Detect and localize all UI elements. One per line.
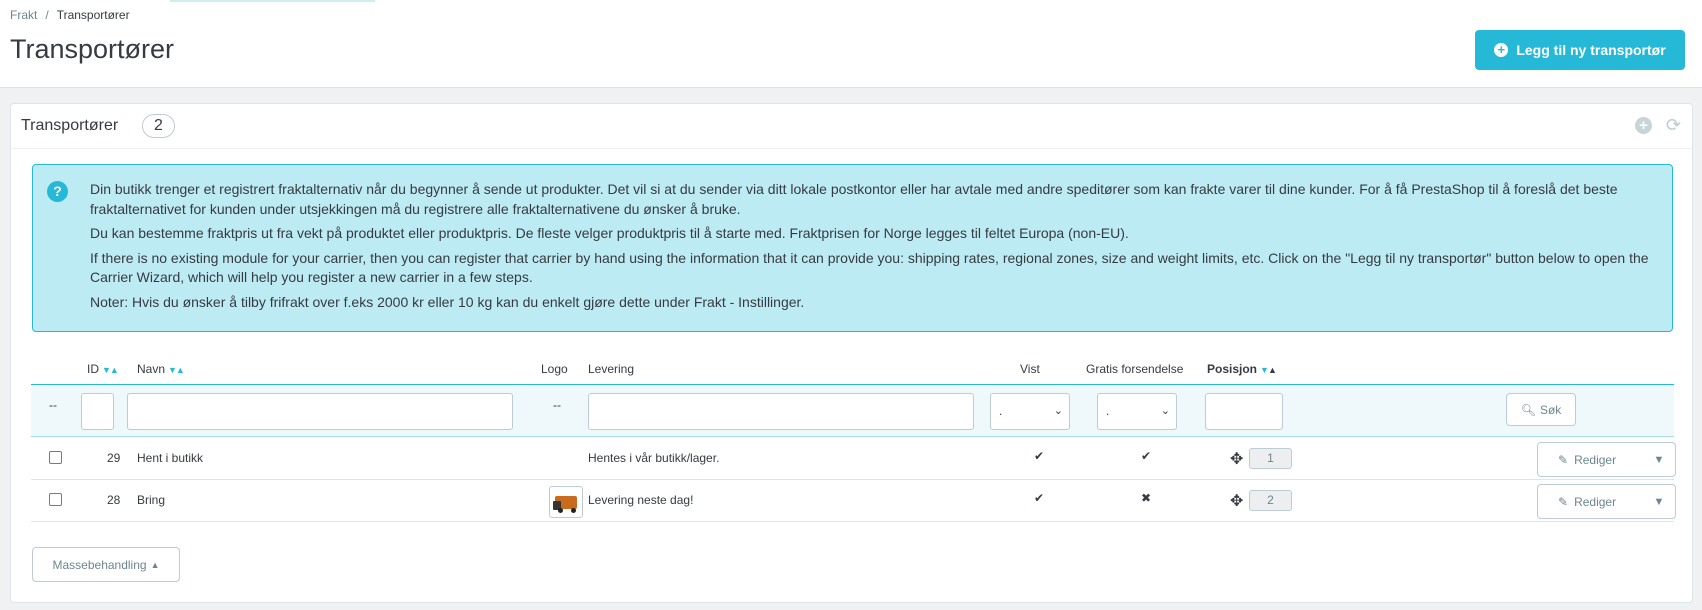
row-checkbox[interactable]: [49, 493, 62, 506]
edit-action[interactable]: ✎ Rediger: [1538, 453, 1643, 467]
bulk-actions-button[interactable]: Massebehandling ▲: [32, 547, 180, 582]
edit-button[interactable]: ✎ Rediger ▼: [1537, 442, 1676, 477]
truck-logo-wheel: [558, 508, 563, 513]
edit-button[interactable]: ✎ Rediger ▼: [1537, 484, 1676, 519]
filter-row: -- -- . ⌄ . ⌄ 🔍︎ Søk: [31, 384, 1674, 437]
pencil-icon: ✎: [1558, 494, 1569, 509]
column-delivery: Levering: [588, 362, 635, 376]
drag-move-icon[interactable]: ✥: [1230, 491, 1243, 511]
edit-label: Rediger: [1574, 452, 1617, 467]
filter-delivery-input[interactable]: [588, 393, 974, 430]
shown-check-icon[interactable]: ✔: [1034, 449, 1044, 463]
add-new-icon[interactable]: +: [1635, 117, 1652, 134]
table-row: 28 Bring Levering neste dag! ✔ ✖ ✥ 2 ✎ Re…: [31, 480, 1676, 522]
column-id[interactable]: ID ▼▲: [87, 362, 119, 376]
column-name-label: Navn: [137, 362, 166, 376]
alert-paragraph-4: Noter: Hvis du ønsker å tilby frifrakt o…: [90, 293, 805, 310]
refresh-icon[interactable]: ⟳: [1665, 116, 1682, 134]
bulk-actions-label: Massebehandling: [52, 557, 147, 572]
edit-label: Rediger: [1574, 494, 1617, 509]
row-name: Hent i butikk: [137, 451, 204, 465]
search-button[interactable]: 🔍︎ Søk: [1506, 393, 1576, 426]
shown-check-icon[interactable]: ✔: [1034, 491, 1044, 505]
column-free-shipping: Gratis forsendelse: [1086, 362, 1184, 376]
chevron-down-icon: ⌄: [1160, 405, 1170, 417]
row-delivery: Levering neste dag!: [588, 493, 694, 507]
free-shipping-check-icon[interactable]: ✔: [1141, 449, 1151, 463]
top-accent-bar: [170, 0, 375, 2]
column-shown: Vist: [1020, 362, 1040, 376]
truck-logo-wheel: [571, 508, 576, 513]
row-id: 28: [107, 493, 121, 507]
row-name: Bring: [137, 493, 166, 507]
column-position[interactable]: Posisjon ▼▲: [1207, 362, 1277, 376]
sort-icon[interactable]: ▼▲: [1260, 365, 1277, 375]
alert-paragraph-3: If there is no existing module for your …: [90, 249, 1649, 286]
filter-name-input[interactable]: [127, 393, 513, 430]
edit-action[interactable]: ✎ Rediger: [1538, 495, 1643, 509]
sort-icon[interactable]: ▼▲: [102, 365, 119, 375]
alert-paragraph-2: Du kan bestemme fraktpris ut fra vekt på…: [90, 225, 1129, 241]
breadcrumb-parent[interactable]: Frakt: [10, 8, 37, 22]
pencil-icon: ✎: [1558, 452, 1569, 467]
free-shipping-cross-icon[interactable]: ✖: [1141, 491, 1151, 505]
filter-id-input[interactable]: [81, 393, 114, 430]
breadcrumb-current: Transportører: [56, 8, 130, 22]
info-alert: ? Din butikk trenger et registrert frakt…: [32, 164, 1673, 332]
panel-header: Transportører 2 + ⟳: [11, 104, 1692, 149]
caret-down-icon[interactable]: ▼: [1643, 496, 1675, 508]
row-checkbox[interactable]: [49, 451, 62, 464]
filter-position-input[interactable]: [1205, 393, 1283, 430]
row-delivery: Hentes i vår butikk/lager.: [588, 451, 720, 465]
plus-circle-icon: +: [1494, 43, 1509, 57]
breadcrumb-separator: /: [45, 8, 49, 22]
table-row: 29 Hent i butikk Hentes i vår butikk/lag…: [31, 438, 1676, 480]
carrier-logo-image: [549, 486, 583, 518]
column-logo: Logo: [541, 362, 568, 376]
page-header: Frakt / Transportører Transportører + Legg…: [0, 0, 1702, 88]
add-carrier-button[interactable]: + Legg til ny transportør: [1475, 30, 1685, 70]
add-carrier-label: Legg til ny transportør: [1516, 42, 1666, 58]
breadcrumb: Frakt / Transportører: [10, 8, 130, 22]
caret-up-icon: ▲: [150, 559, 160, 570]
search-label: Søk: [1539, 402, 1562, 417]
panel-title: Transportører: [21, 117, 119, 134]
carrier-count-badge: 2: [142, 114, 175, 138]
question-icon: ?: [47, 181, 68, 202]
position-value: 1: [1249, 448, 1292, 469]
page-title: Transportører: [10, 34, 175, 64]
filter-shown-select[interactable]: . ⌄: [990, 393, 1070, 430]
search-icon: 🔍︎: [1520, 402, 1536, 417]
filter-shown-value: .: [999, 404, 1003, 418]
position-value: 2: [1249, 490, 1292, 511]
chevron-down-icon: ⌄: [1053, 405, 1063, 417]
caret-down-icon[interactable]: ▼: [1643, 454, 1675, 466]
column-position-label: Posisjon: [1207, 362, 1258, 376]
filter-logo-dash: --: [553, 398, 561, 412]
column-id-label: ID: [87, 362, 99, 376]
column-name[interactable]: Navn ▼▲: [137, 362, 185, 376]
alert-text: Din butikk trenger et registrert fraktal…: [90, 180, 1660, 317]
drag-move-icon[interactable]: ✥: [1230, 449, 1243, 469]
alert-paragraph-1: Din butikk trenger et registrert fraktal…: [90, 181, 1618, 217]
filter-free-select[interactable]: . ⌄: [1097, 393, 1177, 430]
carriers-panel: Transportører 2 + ⟳ ? Din butikk trenger…: [10, 103, 1693, 603]
sort-icon[interactable]: ▼▲: [168, 365, 185, 375]
filter-dash: --: [49, 398, 57, 412]
row-id: 29: [107, 451, 121, 465]
filter-free-value: .: [1106, 404, 1110, 418]
